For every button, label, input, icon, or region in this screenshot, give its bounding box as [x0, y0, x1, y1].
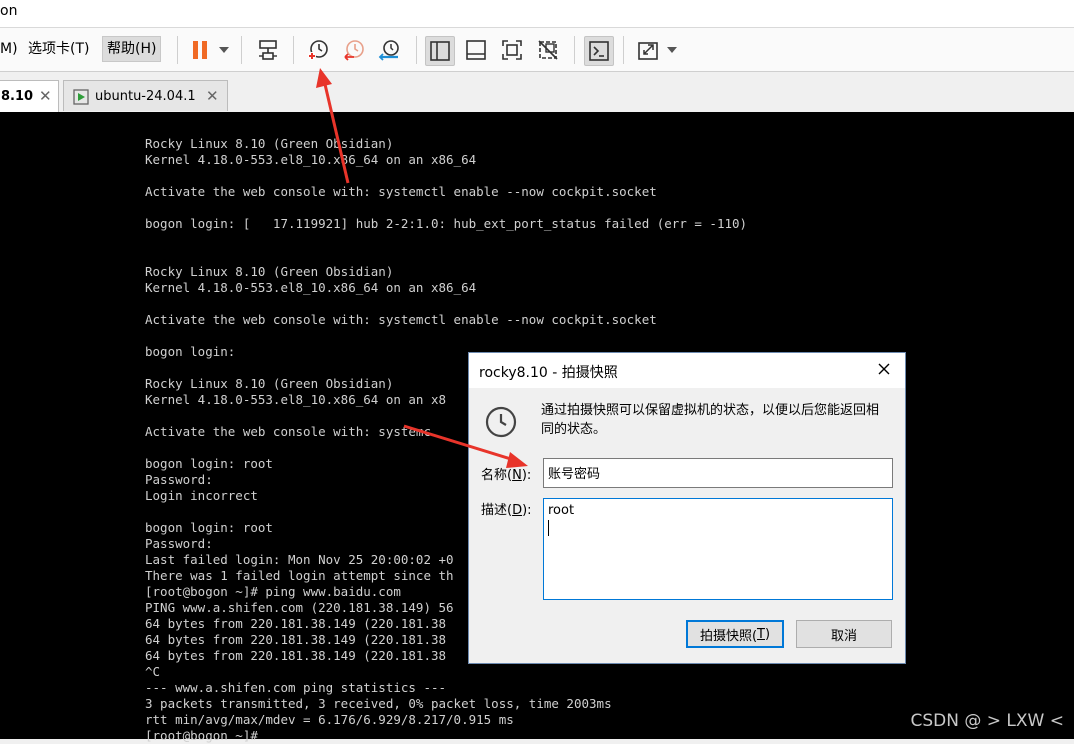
- terminal-icon[interactable]: [584, 36, 614, 66]
- console-line: 3 packets transmitted, 3 received, 0% pa…: [145, 696, 612, 711]
- toolbar-separator: [574, 36, 575, 64]
- fullscreen-icon[interactable]: [498, 36, 526, 64]
- dialog-description: 通过拍摄快照可以保留虚拟机的状态，以便以后您能返回相同的状态。: [541, 403, 880, 437]
- toolbar-separator: [416, 36, 417, 64]
- tab-bar: 8.10 ✕ ubuntu-24.04.1 ✕: [0, 72, 1074, 113]
- console-line: 64 bytes from 220.181.38.149 (220.181.38: [145, 616, 447, 631]
- vm-icon: [73, 89, 89, 109]
- menu-tabs[interactable]: 选项卡(T): [24, 37, 93, 61]
- pause-icon[interactable]: [186, 36, 214, 64]
- console-line: bogon login:: [145, 344, 236, 359]
- console-line: [root@bogon ~]#: [145, 728, 258, 743]
- console-line: Kernel 4.18.0-553.el8_10.x86_64 on an x8…: [145, 280, 477, 295]
- console-view-icon[interactable]: [462, 36, 490, 64]
- clock-icon: [485, 406, 517, 442]
- description-label: 描述(D):: [481, 503, 532, 518]
- console-line: 64 bytes from 220.181.38.149 (220.181.38: [145, 648, 447, 663]
- toolbar: M) 选项卡(T) 帮助(H): [0, 28, 1074, 72]
- console-line: 64 bytes from 220.181.38.149 (220.181.38: [145, 632, 447, 647]
- console-line: Password:: [145, 536, 213, 551]
- console-line: There was 1 failed login attempt since t…: [145, 568, 454, 583]
- name-label: 名称(N):: [481, 468, 532, 483]
- tab-label: 8.10: [1, 89, 34, 104]
- console-line: Activate the web console with: systemctl…: [145, 184, 657, 199]
- menu-vm[interactable]: M): [0, 37, 22, 61]
- console-line: [root@bogon ~]# ping www.baidu.com: [145, 584, 401, 599]
- console-line: bogon login: root: [145, 456, 273, 471]
- console-line: ^C: [145, 664, 161, 679]
- close-icon[interactable]: ✕: [39, 87, 52, 105]
- console-line: PING www.a.shifen.com (220.181.38.149) 5…: [145, 600, 454, 615]
- toolbar-separator: [241, 36, 242, 64]
- console-line: Last failed login: Mon Nov 25 20:00:02 +…: [145, 552, 454, 567]
- take-snapshot-button[interactable]: 拍摄快照(T): [686, 620, 784, 648]
- console-line: Activate the web console with: systemctl…: [145, 312, 657, 327]
- console-line: Login incorrect: [145, 488, 258, 503]
- revert-snapshot-icon[interactable]: [340, 36, 368, 64]
- snapshot-dialog: rocky8.10 - 拍摄快照 通过拍摄快照可以保留虚拟机的状态，以便以后您能…: [468, 352, 906, 664]
- console-line: Rocky Linux 8.10 (Green Obsidian): [145, 376, 394, 391]
- console-line: Activate the web console with: systemc: [145, 424, 431, 439]
- console-line: --- www.a.shifen.com ping statistics ---: [145, 680, 447, 695]
- console-line: bogon login: [ 17.119921] hub 2-2:1.0: h…: [145, 216, 748, 231]
- console-line: Password:: [145, 472, 213, 487]
- menu-help[interactable]: 帮助(H): [102, 36, 162, 62]
- sidebar-view-icon[interactable]: [425, 36, 455, 66]
- stretch-icon[interactable]: [634, 36, 662, 64]
- chevron-down-icon[interactable]: [219, 47, 229, 53]
- console-line: Kernel 4.18.0-553.el8_10.x86_64 on an x8…: [145, 152, 477, 167]
- tab-label: ubuntu-24.04.1: [95, 89, 196, 104]
- take-snapshot-icon[interactable]: [304, 36, 332, 64]
- dialog-title: rocky8.10 - 拍摄快照: [479, 365, 618, 381]
- snapshot-description-textarea[interactable]: root: [543, 498, 893, 600]
- send-ctrl-alt-del-icon[interactable]: [254, 36, 282, 64]
- snapshot-manager-icon[interactable]: [376, 36, 404, 64]
- console-line: Kernel 4.18.0-553.el8_10.x86_64 on an x8: [145, 392, 447, 407]
- close-icon[interactable]: [873, 358, 895, 380]
- tab-rocky[interactable]: 8.10 ✕: [0, 80, 59, 112]
- snapshot-name-input[interactable]: 账号密码: [543, 458, 893, 488]
- console-line: Rocky Linux 8.10 (Green Obsidian): [145, 264, 394, 279]
- chevron-down-icon[interactable]: [667, 47, 677, 53]
- console-line: Rocky Linux 8.10 (Green Obsidian): [145, 136, 394, 151]
- toolbar-separator: [293, 36, 294, 64]
- window-titlebar: on: [0, 0, 1074, 28]
- cancel-button[interactable]: 取消: [796, 620, 892, 648]
- watermark: CSDN @ > LXW <: [910, 711, 1065, 731]
- toolbar-separator: [623, 36, 624, 64]
- unity-icon[interactable]: [534, 36, 562, 64]
- toolbar-separator: [177, 36, 178, 64]
- text-cursor: [548, 520, 549, 536]
- close-icon[interactable]: ✕: [206, 87, 219, 105]
- tab-ubuntu[interactable]: ubuntu-24.04.1 ✕: [63, 80, 228, 111]
- window-title: on: [0, 3, 18, 19]
- console-line: bogon login: root: [145, 520, 273, 535]
- dialog-titlebar: rocky8.10 - 拍摄快照: [469, 353, 905, 388]
- console-line: rtt min/avg/max/mdev = 6.176/6.929/8.217…: [145, 712, 514, 727]
